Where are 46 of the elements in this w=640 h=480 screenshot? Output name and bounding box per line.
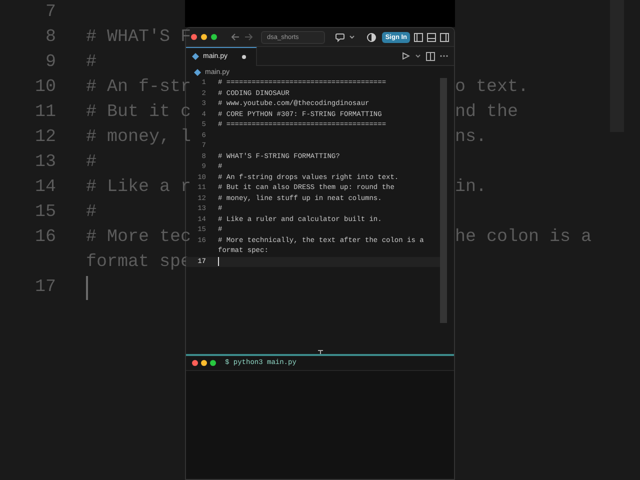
- line-number: 15: [34, 202, 56, 222]
- chevron-icon[interactable]: [349, 35, 356, 39]
- code-text: #: [86, 51, 97, 74]
- line-number: 7: [45, 2, 56, 22]
- chevron-icon[interactable]: [415, 54, 421, 58]
- line-number: 8: [45, 27, 56, 47]
- back-arrow-icon[interactable]: [231, 33, 240, 41]
- minimize-button[interactable]: [201, 360, 207, 366]
- panel-icon[interactable]: [427, 32, 436, 42]
- close-button[interactable]: [192, 360, 198, 366]
- sidebar-icon[interactable]: [440, 32, 449, 42]
- code-text: # An f-str: [86, 76, 192, 99]
- line-number: 12: [34, 127, 56, 147]
- split-editor-icon[interactable]: [426, 52, 435, 60]
- text-cursor: [218, 256, 219, 266]
- code-text: #: [86, 151, 97, 174]
- line-number: 10: [34, 77, 56, 97]
- line-number: 13: [34, 152, 56, 172]
- resize-handle-icon[interactable]: [318, 350, 322, 354]
- line-number: 14: [34, 177, 56, 197]
- maximize-button[interactable]: [211, 34, 217, 40]
- minimize-button[interactable]: [201, 34, 207, 40]
- code-text: nd the: [455, 101, 518, 124]
- close-button[interactable]: [191, 34, 197, 40]
- python-file-icon: [194, 68, 201, 76]
- code-text: o text.: [455, 76, 529, 99]
- code-text: #: [86, 201, 97, 224]
- code-text: # But it c: [86, 101, 192, 124]
- code-text: ns.: [455, 126, 487, 149]
- maximize-button[interactable]: [210, 360, 216, 366]
- line-number: 11: [34, 102, 56, 122]
- code-text: he colon is a: [455, 226, 592, 249]
- python-file-icon: [192, 53, 199, 60]
- code-text: # Like a r: [86, 176, 192, 199]
- line-number: 9: [45, 52, 56, 72]
- layout-icon[interactable]: [414, 32, 423, 42]
- code-text: # WHAT'S F: [86, 26, 192, 49]
- chat-icon[interactable]: [335, 32, 346, 42]
- code-text: # More tec: [86, 226, 192, 249]
- code-text: # money, l: [86, 126, 192, 149]
- line-number: 17: [34, 277, 56, 297]
- code-text: in.: [455, 176, 487, 199]
- half-circle-icon[interactable]: [367, 32, 376, 42]
- scrollbar[interactable]: [440, 78, 447, 323]
- run-icon[interactable]: [402, 52, 410, 60]
- line-number: 16: [34, 227, 56, 247]
